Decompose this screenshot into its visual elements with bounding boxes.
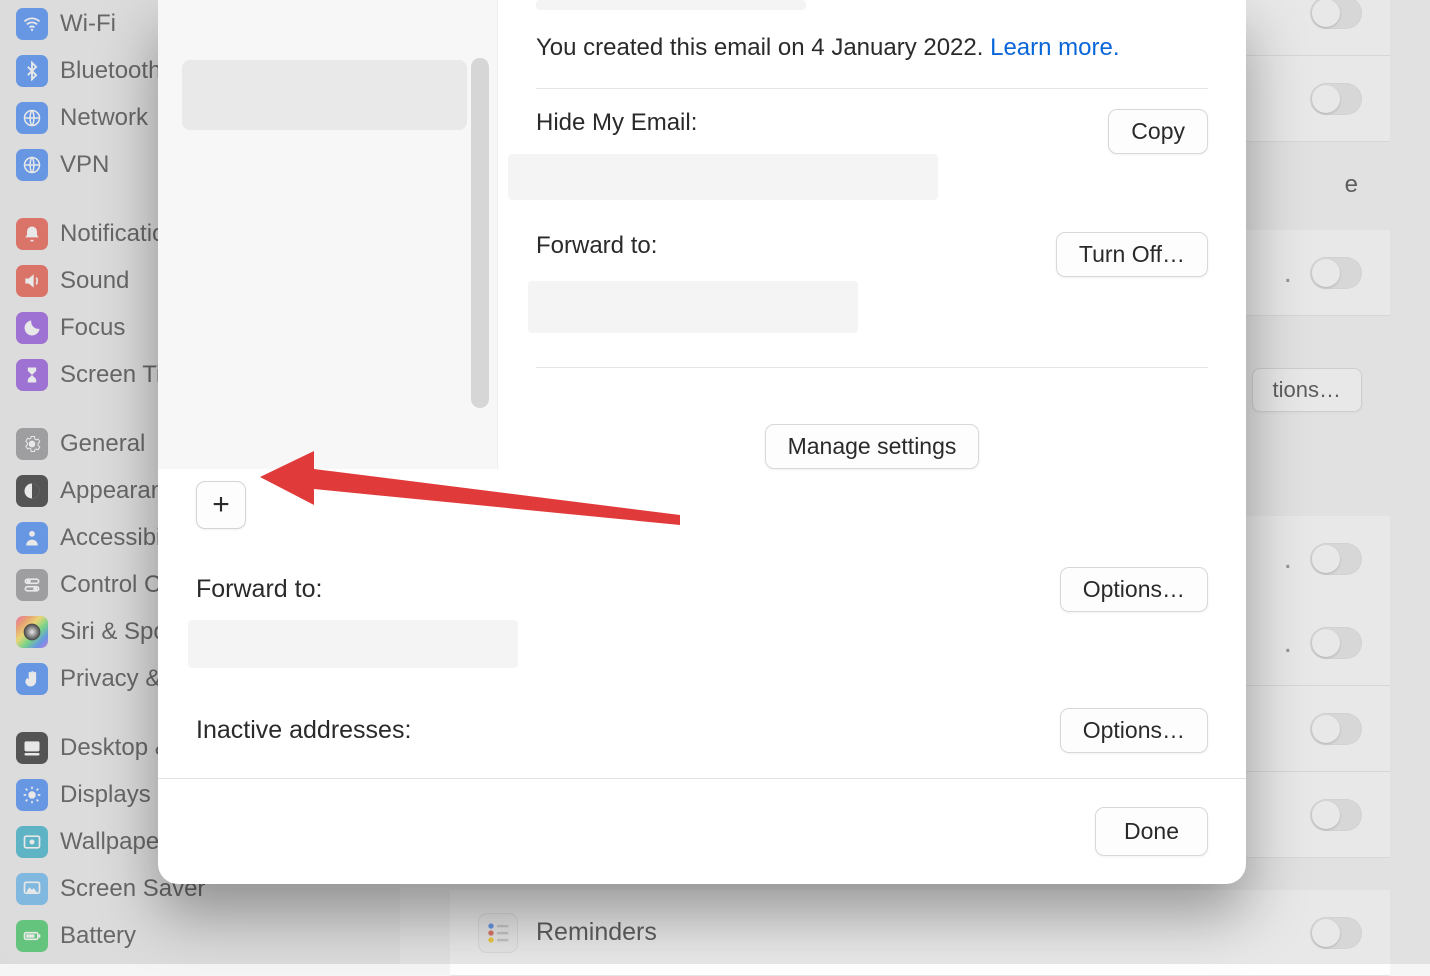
sidebar-item-label: Battery: [60, 922, 136, 950]
forward-to-section-label: Forward to:: [196, 575, 322, 604]
truncated-text: .: [1284, 542, 1292, 576]
learn-more-link[interactable]: Learn more.: [990, 34, 1119, 61]
globe-icon: [16, 102, 48, 134]
toggle-switch[interactable]: [1310, 713, 1362, 745]
list-item[interactable]: [182, 236, 467, 346]
inactive-options-button[interactable]: Options…: [1060, 708, 1208, 753]
toggle-switch[interactable]: [1310, 917, 1362, 949]
truncated-text: .: [1284, 256, 1292, 290]
copy-button[interactable]: Copy: [1108, 109, 1208, 154]
bluetooth-icon: [16, 55, 48, 87]
toggle-switch[interactable]: [1310, 0, 1362, 29]
toggle-switch[interactable]: [1310, 257, 1362, 289]
sidebar-item-label: Bluetooth: [60, 57, 161, 85]
truncated-text: .: [1284, 626, 1292, 660]
sidebar-item-label: Network: [60, 104, 148, 132]
list-item[interactable]: [182, 0, 467, 60]
sidebar-item-label: Wallpaper: [60, 828, 167, 856]
list-item[interactable]: [182, 362, 467, 422]
email-creation-info: You created this email on 4 January 2022…: [536, 34, 1208, 62]
sidebar-item-label: Wi-Fi: [60, 10, 116, 38]
sidebar-item-label: Sound: [60, 267, 129, 295]
wifi-icon: [16, 8, 48, 40]
redacted-text: [536, 0, 806, 10]
moon-icon: [16, 312, 48, 344]
done-button[interactable]: Done: [1095, 807, 1208, 856]
redacted-forward-email: [528, 281, 858, 333]
add-alias-button[interactable]: +: [196, 481, 246, 529]
hand-icon: [16, 663, 48, 695]
toggle-switch[interactable]: [1310, 83, 1362, 115]
alias-detail-pane: You created this email on 4 January 2022…: [498, 0, 1246, 469]
gear-icon: [16, 428, 48, 460]
inactive-addresses-label: Inactive addresses:: [196, 716, 411, 745]
manage-settings-button[interactable]: Manage settings: [765, 424, 980, 469]
hide-my-email-label: Hide My Email:: [536, 109, 1088, 137]
truncated-text: e: [1345, 171, 1358, 199]
siri-icon: [16, 616, 48, 648]
options-button[interactable]: tions…: [1252, 368, 1362, 412]
sidebar-item-label: VPN: [60, 151, 109, 179]
forward-to-label: Forward to:: [536, 232, 1036, 260]
sidebar-item-battery[interactable]: Battery: [16, 912, 384, 959]
reminders-label: Reminders: [536, 918, 657, 947]
hourglass-icon: [16, 359, 48, 391]
bell-icon: [16, 218, 48, 250]
toggle-switch[interactable]: [1310, 543, 1362, 575]
sidebar-item-label: General: [60, 430, 145, 458]
forward-options-button[interactable]: Options…: [1060, 567, 1208, 612]
speaker-icon: [16, 265, 48, 297]
list-item[interactable]: [182, 145, 467, 220]
wallpaper-icon: [16, 826, 48, 858]
email-alias-list[interactable]: [158, 0, 498, 469]
globe-lock-icon: [16, 149, 48, 181]
list-scrollbar[interactable]: [471, 58, 489, 408]
reminders-icon: [478, 913, 518, 953]
contrast-icon: [16, 475, 48, 507]
person-icon: [16, 522, 48, 554]
redacted-forward-email-2: [188, 620, 518, 668]
toggle-switch[interactable]: [1310, 799, 1362, 831]
redacted-email: [508, 154, 938, 200]
battery-icon: [16, 920, 48, 952]
sidebar-item-label: Focus: [60, 314, 125, 342]
desktop-icon: [16, 732, 48, 764]
sidebar-item-label: Displays: [60, 781, 151, 809]
sun-icon: [16, 779, 48, 811]
turn-off-button[interactable]: Turn Off…: [1056, 232, 1208, 277]
toggle-switch[interactable]: [1310, 627, 1362, 659]
list-item[interactable]: [182, 60, 467, 130]
screensaver-icon: [16, 873, 48, 905]
switches-icon: [16, 569, 48, 601]
bg-setting-row-reminders: Reminders: [450, 890, 1390, 976]
hide-my-email-sheet: You created this email on 4 January 2022…: [158, 0, 1246, 884]
